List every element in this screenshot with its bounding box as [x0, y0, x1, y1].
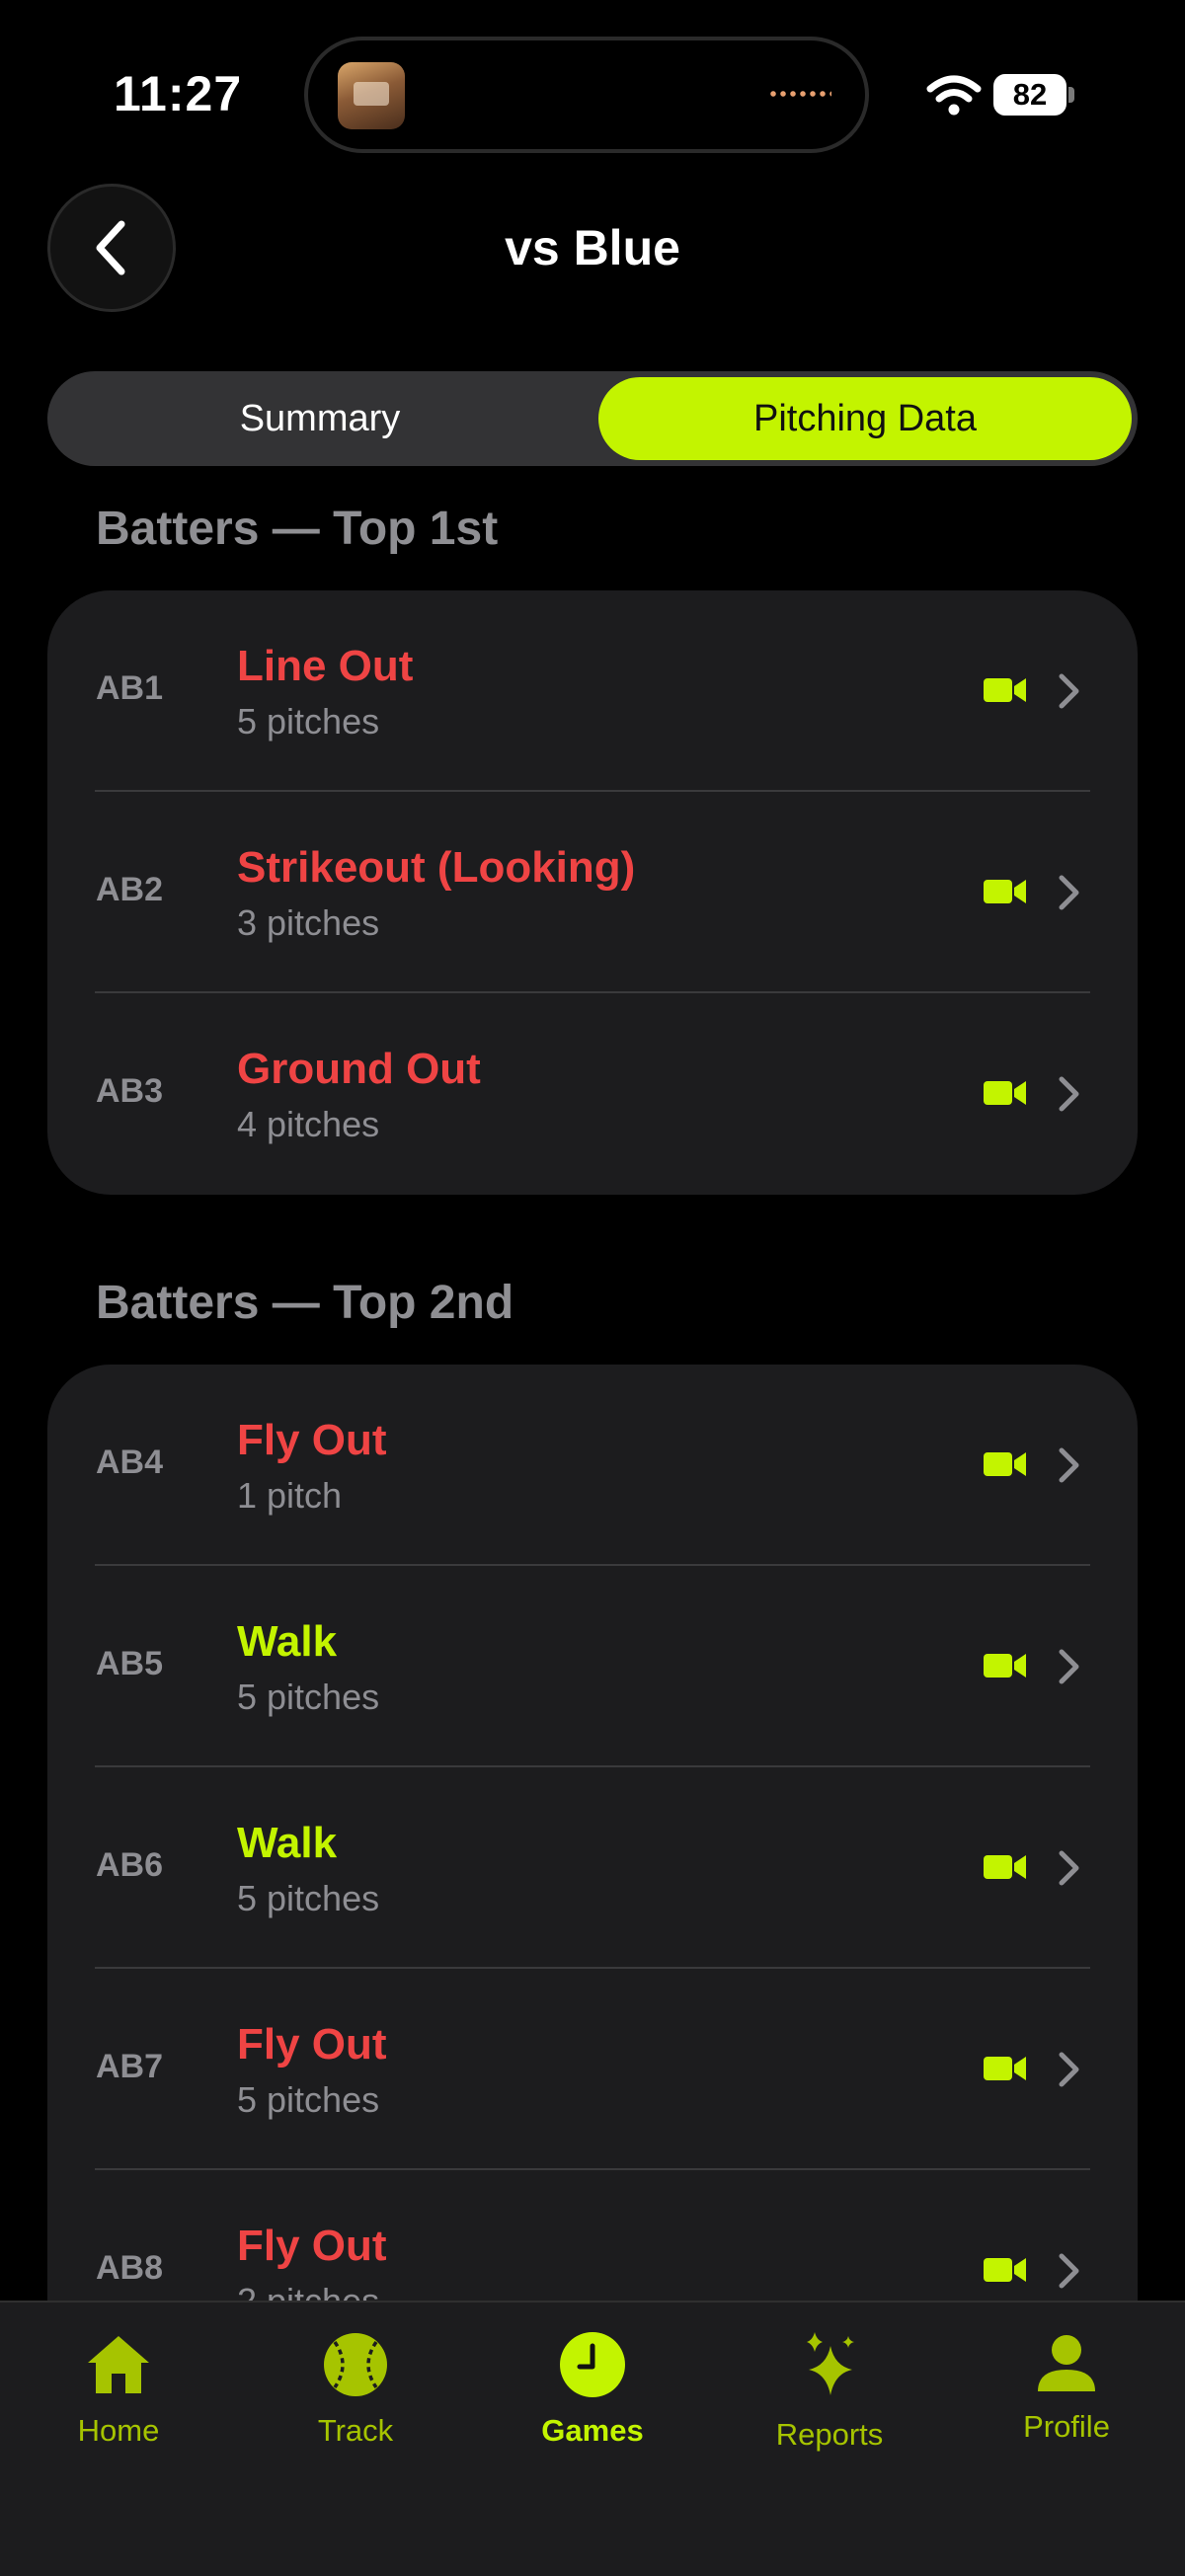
at-bat-number: AB1	[96, 669, 164, 707]
at-bat-row[interactable]: AB7 Fly Out 5 pitches	[47, 1969, 1138, 2170]
tab-track[interactable]: Track	[237, 2303, 474, 2500]
clock-icon	[560, 2332, 625, 2397]
chevron-right-icon	[1059, 2253, 1079, 2289]
tab-home[interactable]: Home	[0, 2303, 237, 2500]
tab-bar: Home Track Games Reports Profile	[0, 2301, 1185, 2576]
video-icon[interactable]	[984, 1651, 1027, 1680]
pitch-count: 3 pitches	[237, 902, 380, 943]
tab-label: Home	[77, 2413, 160, 2448]
at-bat-outcome: Strikeout (Looking)	[237, 843, 636, 892]
section-title-top-2nd: Batters — Top 2nd	[96, 1277, 514, 1329]
pitch-count: 1 pitch	[237, 1475, 343, 1516]
at-bat-row[interactable]: AB2 Strikeout (Looking) 3 pitches	[47, 792, 1138, 993]
video-icon[interactable]	[984, 2255, 1027, 2285]
at-bat-number: AB6	[96, 1846, 164, 1884]
sparkles-icon	[807, 2332, 854, 2395]
page-title: vs Blue	[505, 220, 680, 275]
chevron-right-icon	[1059, 673, 1079, 709]
at-bats-card-top-2nd: AB4 Fly Out 1 pitch AB5 Walk 5 pitches A…	[47, 1365, 1138, 2451]
at-bat-number: AB2	[96, 871, 164, 908]
chevron-right-icon	[1059, 2052, 1079, 2087]
segmented-control: Summary Pitching Data	[47, 371, 1138, 466]
chevron-right-icon	[1059, 1850, 1079, 1886]
at-bat-outcome: Line Out	[237, 642, 414, 690]
video-icon[interactable]	[984, 2054, 1027, 2083]
chevron-right-icon	[1059, 1076, 1079, 1112]
video-icon[interactable]	[984, 675, 1027, 705]
tab-reports[interactable]: Reports	[711, 2303, 948, 2500]
tab-label: Profile	[1023, 2409, 1110, 2444]
video-icon[interactable]	[984, 877, 1027, 906]
chevron-right-icon	[1059, 875, 1079, 910]
section-title-top-1st: Batters — Top 1st	[96, 503, 499, 555]
dynamic-island[interactable]	[304, 37, 869, 153]
pitch-count: 5 pitches	[237, 701, 380, 742]
tab-label: Reports	[775, 2417, 884, 2452]
baseball-icon	[324, 2333, 387, 2396]
chevron-right-icon	[1059, 1649, 1079, 1684]
at-bat-number: AB8	[96, 2249, 164, 2287]
home-icon	[88, 2336, 149, 2393]
at-bat-outcome: Fly Out	[237, 2222, 387, 2270]
at-bats-card-top-1st: AB1 Line Out 5 pitches AB2 Strikeout (Lo…	[47, 590, 1138, 1195]
status-bar: 11:27 82	[0, 0, 1185, 178]
at-bat-row[interactable]: AB5 Walk 5 pitches	[47, 1566, 1138, 1767]
at-bat-number: AB5	[96, 1645, 164, 1682]
at-bat-row[interactable]: AB4 Fly Out 1 pitch	[47, 1365, 1138, 1566]
at-bat-outcome: Walk	[237, 1617, 338, 1666]
wifi-icon	[926, 75, 982, 116]
tab-label: Games	[541, 2413, 644, 2448]
at-bat-number: AB3	[96, 1072, 164, 1110]
at-bat-row[interactable]: AB3 Ground Out 4 pitches	[47, 993, 1138, 1195]
tab-label: Track	[317, 2413, 394, 2448]
pitch-count: 4 pitches	[237, 1104, 380, 1144]
pitch-count: 5 pitches	[237, 1878, 380, 1918]
battery-cap	[1068, 87, 1074, 103]
status-time: 11:27	[114, 66, 243, 121]
now-playing-artwork	[338, 62, 405, 129]
audio-waveform-icon	[768, 90, 831, 98]
at-bat-outcome: Ground Out	[237, 1045, 481, 1093]
at-bat-row[interactable]: AB6 Walk 5 pitches	[47, 1767, 1138, 1969]
battery-indicator: 82	[993, 74, 1066, 116]
pitch-count: 5 pitches	[237, 2079, 380, 2120]
video-icon[interactable]	[984, 1449, 1027, 1479]
pitch-count: 5 pitches	[237, 1677, 380, 1717]
at-bat-row[interactable]: AB1 Line Out 5 pitches	[47, 590, 1138, 792]
video-icon[interactable]	[984, 1078, 1027, 1108]
tab-games[interactable]: Games	[474, 2303, 711, 2500]
person-icon	[1038, 2335, 1095, 2391]
tab-pitching-data[interactable]: Pitching Data	[598, 377, 1132, 460]
at-bat-outcome: Walk	[237, 1819, 338, 1867]
tab-summary[interactable]: Summary	[47, 371, 592, 466]
at-bat-number: AB4	[96, 1444, 164, 1481]
at-bat-outcome: Fly Out	[237, 2020, 387, 2069]
at-bat-outcome: Fly Out	[237, 1416, 387, 1464]
at-bat-number: AB7	[96, 2048, 164, 2085]
video-icon[interactable]	[984, 1852, 1027, 1882]
tab-profile[interactable]: Profile	[948, 2303, 1185, 2500]
chevron-right-icon	[1059, 1447, 1079, 1483]
